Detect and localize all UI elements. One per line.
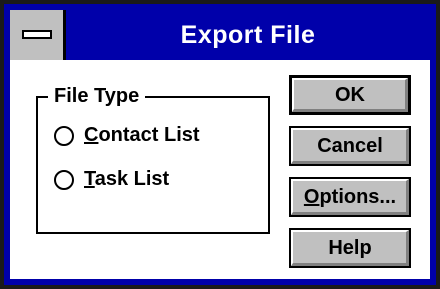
system-menu-icon — [22, 30, 52, 39]
file-type-group: File Type Contact List Task List — [36, 81, 270, 234]
export-file-dialog: Export File File Type Contact List Task … — [0, 0, 440, 289]
contact-list-radio[interactable]: Contact List — [54, 124, 200, 147]
title-bar[interactable]: Export File — [10, 10, 430, 60]
task-list-label: Task List — [84, 168, 170, 190]
window-title: Export File — [180, 21, 316, 49]
system-menu-button[interactable] — [10, 10, 66, 60]
cancel-button[interactable]: Cancel — [289, 126, 411, 166]
radio-circle-icon — [54, 169, 74, 190]
radio-circle-icon — [54, 125, 74, 146]
ok-button[interactable]: OK — [289, 75, 411, 115]
contact-list-label: Contact List — [84, 124, 200, 146]
help-button[interactable]: Help — [289, 228, 411, 268]
dialog-client-area: File Type Contact List Task List OK Canc… — [10, 60, 430, 279]
task-list-radio[interactable]: Task List — [54, 168, 169, 191]
options-label: Options... — [303, 185, 397, 208]
options-button[interactable]: Options... — [289, 177, 411, 217]
file-type-group-title: File Type — [48, 81, 146, 111]
